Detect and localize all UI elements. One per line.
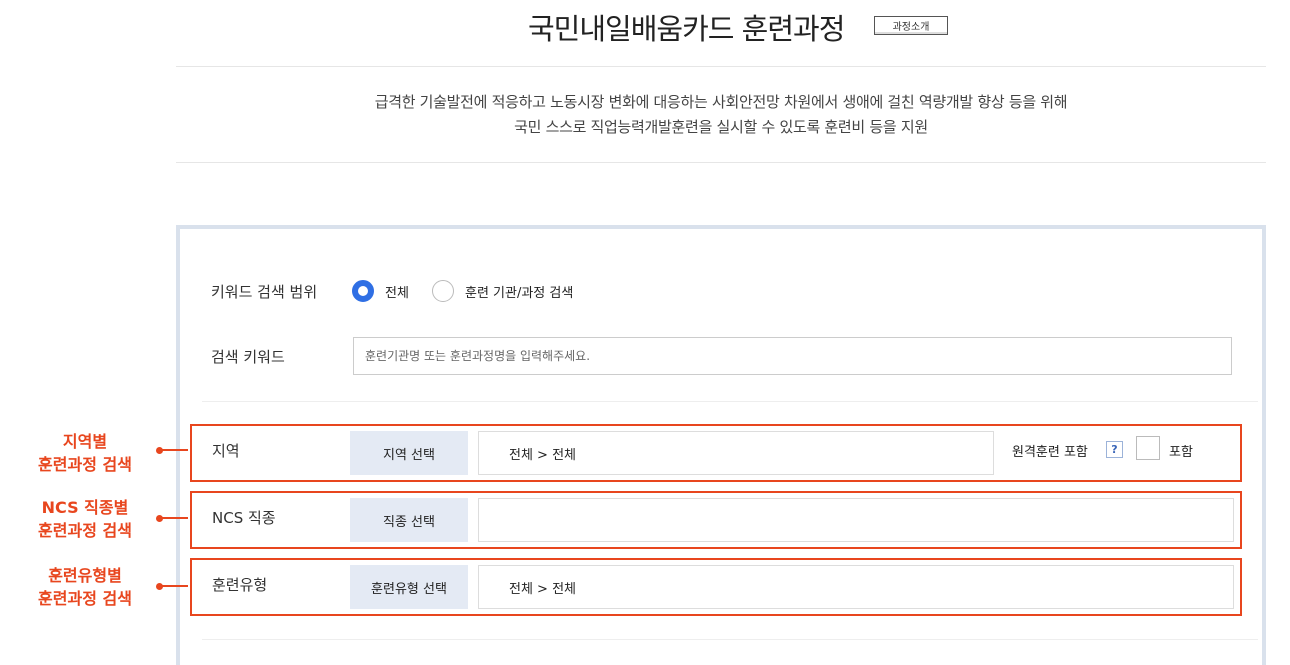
region-select-button[interactable]: 지역 선택 — [350, 431, 468, 475]
include-label: 포함 — [1169, 445, 1193, 460]
remote-training-label: 원격훈련 포함 — [1012, 445, 1088, 460]
remote-training-checkbox[interactable] — [1136, 436, 1160, 460]
divider — [202, 401, 1258, 402]
divider — [202, 639, 1258, 640]
training-type-filter-row: 훈련유형 훈련유형 선택 전체 > 전체 — [190, 558, 1242, 616]
scope-option-label: 전체 — [385, 285, 409, 301]
radio-unselected-icon[interactable] — [432, 280, 454, 302]
ncs-value-field[interactable] — [478, 498, 1234, 542]
search-keyword-label: 검색 키워드 — [211, 348, 285, 366]
scope-option-institution-course[interactable]: 훈련 기관/과정 검색 — [432, 280, 573, 302]
annotation-line-1: NCS 직종별 — [41, 498, 129, 517]
region-filter-row: 지역 지역 선택 전체 > 전체 원격훈련 포함 ? 포함 — [190, 424, 1242, 482]
annotation-pointer — [160, 449, 188, 451]
region-label: 지역 — [212, 442, 240, 460]
page-header: 국민내일배움카드 훈련과정 과정소개 — [0, 6, 1290, 48]
description-line-2: 국민 스스로 직업능력개발훈련을 실시할 수 있도록 훈련비 등을 지원 — [514, 118, 928, 136]
annotation-training-type: 훈련유형별 훈련과정 검색 — [0, 564, 170, 610]
search-keyword-input[interactable] — [353, 337, 1232, 375]
scope-option-label: 훈련 기관/과정 검색 — [465, 285, 574, 301]
divider — [176, 66, 1266, 67]
training-type-select-button[interactable]: 훈련유형 선택 — [350, 565, 468, 609]
training-type-label: 훈련유형 — [212, 576, 268, 594]
region-value-field[interactable]: 전체 > 전체 — [478, 431, 994, 475]
ncs-label: NCS 직종 — [212, 509, 276, 527]
annotation-pointer — [160, 585, 188, 587]
search-panel: 키워드 검색 범위 전체 훈련 기관/과정 검색 검색 키워드 지역 지역 선택… — [176, 225, 1266, 665]
radio-selected-icon[interactable] — [352, 280, 374, 302]
training-type-value-field[interactable]: 전체 > 전체 — [478, 565, 1234, 609]
annotation-line-1: 훈련유형별 — [48, 566, 122, 585]
help-icon[interactable]: ? — [1106, 441, 1123, 458]
annotation-line-2: 훈련과정 검색 — [38, 589, 132, 608]
page-description: 급격한 기술발전에 적응하고 노동시장 변화에 대응하는 사회안전망 차원에서 … — [176, 90, 1266, 140]
annotation-region: 지역별 훈련과정 검색 — [0, 430, 170, 476]
scope-option-all[interactable]: 전체 — [352, 280, 409, 302]
description-line-1: 급격한 기술발전에 적응하고 노동시장 변화에 대응하는 사회안전망 차원에서 … — [374, 93, 1068, 111]
annotation-line-2: 훈련과정 검색 — [38, 521, 132, 540]
annotation-ncs: NCS 직종별 훈련과정 검색 — [0, 496, 170, 542]
annotation-line-1: 지역별 — [62, 432, 108, 451]
ncs-select-button[interactable]: 직종 선택 — [350, 498, 468, 542]
annotation-line-2: 훈련과정 검색 — [38, 455, 132, 474]
keyword-scope-label: 키워드 검색 범위 — [211, 283, 318, 301]
page-title: 국민내일배움카드 훈련과정 — [528, 12, 845, 46]
divider — [176, 162, 1266, 163]
annotation-pointer — [160, 517, 188, 519]
course-intro-button[interactable]: 과정소개 — [874, 16, 948, 35]
ncs-filter-row: NCS 직종 직종 선택 — [190, 491, 1242, 549]
